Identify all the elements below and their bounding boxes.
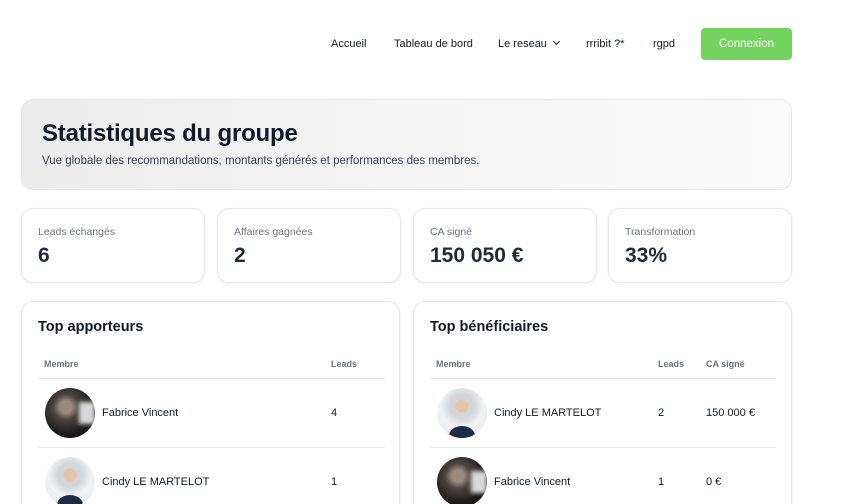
table-divider [38,378,385,379]
table-divider [38,447,385,448]
stat-label: Affaires gagnées [234,226,313,238]
nav-link-rrribit[interactable]: rrribit ?* [586,28,625,60]
ca-value: 0 € [706,476,722,488]
page-header-card: Statistiques du groupe Vue globale des r… [21,99,792,190]
nav-link-accueil[interactable]: Accueil [331,28,366,60]
avatar [437,388,487,438]
stat-label: Leads échangés [38,226,116,238]
member-name: Fabrice Vincent [494,476,571,488]
leads-value: 1 [331,476,338,488]
leads-value: 1 [658,476,665,488]
page-subtitle: Vue globale des recommandations, montant… [42,155,480,167]
column-header-membre: Membre [44,359,79,369]
ca-value: 150 000 € [706,407,755,419]
top-apporteurs-panel: Top apporteurs Membre Leads Fabrice Vinc… [21,301,400,504]
member-name: Fabrice Vincent [102,407,179,419]
column-header-leads: Leads [658,359,685,369]
stat-value: 2 [234,244,246,267]
nav-link-rgpd[interactable]: rgpd [653,28,675,60]
stat-value: 33% [625,244,668,267]
nav-dropdown-label: Le reseau [498,38,547,50]
stat-card-leads-echanges: Leads échangés 6 [21,208,205,283]
member-name: Cindy LE MARTELOT [494,407,602,419]
top-navigation: Accueil Tableau de bord Le reseau rrribi… [0,28,850,60]
column-header-membre: Membre [436,359,471,369]
avatar [45,388,95,438]
table-divider [430,447,776,448]
leads-value: 2 [658,407,665,419]
chevron-down-icon [552,37,560,46]
panel-title: Top bénéficiaires [430,319,549,335]
leads-value: 4 [331,407,338,419]
table-divider [430,378,776,379]
stat-value: 6 [38,244,50,267]
avatar [45,457,95,504]
top-beneficiaires-panel: Top bénéficiaires Membre Leads CA signé … [413,301,792,504]
avatar [437,457,487,504]
panel-title: Top apporteurs [38,319,144,335]
page-title: Statistiques du groupe [42,120,298,147]
connexion-button[interactable]: Connexion [701,28,792,60]
stat-card-affaires-gagnees: Affaires gagnées 2 [217,208,401,283]
stat-card-transformation: Transformation 33% [608,208,792,283]
stat-card-ca-signe: CA signé 150 050 € [413,208,597,283]
stat-label: CA signé [430,226,473,238]
nav-dropdown-le-reseau[interactable]: Le reseau [498,28,560,60]
stat-label: Transformation [625,226,696,238]
member-name: Cindy LE MARTELOT [102,476,210,488]
nav-link-tableau-de-bord[interactable]: Tableau de bord [394,28,473,60]
column-header-leads: Leads [331,359,358,369]
column-header-ca-signe: CA signé [706,359,745,369]
stat-value: 150 050 € [430,244,524,267]
